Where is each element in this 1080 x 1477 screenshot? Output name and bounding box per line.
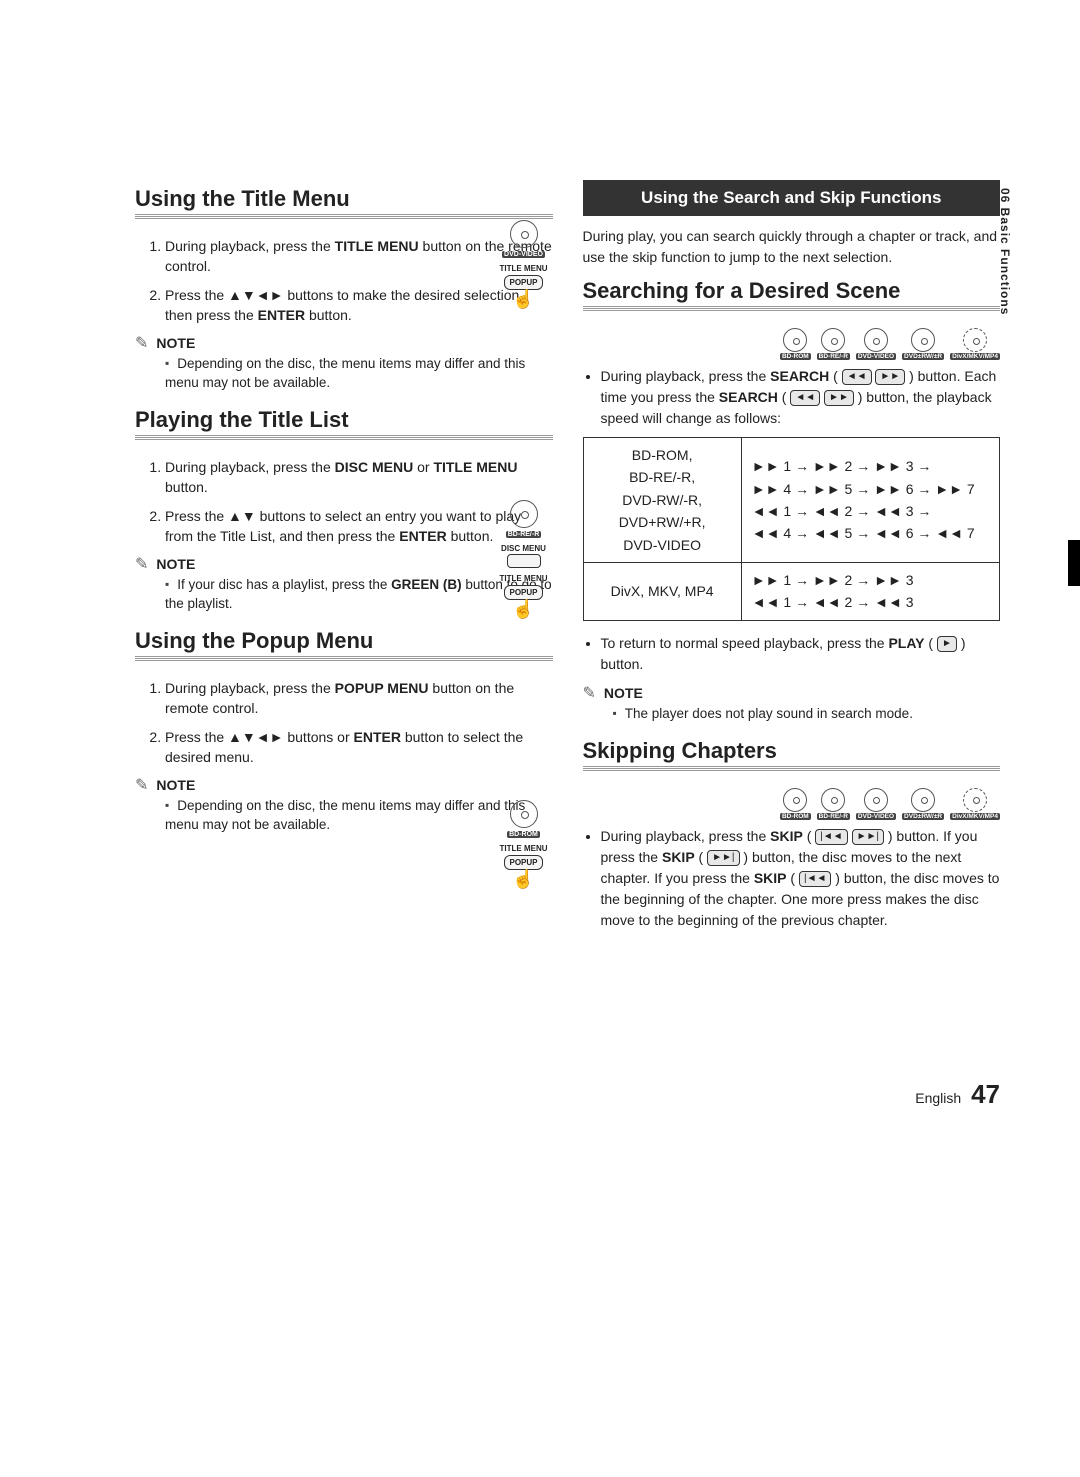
step: During playback, press the DISC MENU or … [165, 457, 553, 498]
note-row: ✎ NOTE [135, 333, 553, 353]
disc-badge: DivX/MKV/MP4 [950, 328, 1000, 360]
heading-search: Searching for a Desired Scene [583, 278, 1001, 304]
disc-badge: BD-ROM [780, 328, 811, 360]
note-icon: ✎ [135, 775, 148, 795]
step: During playback, press the POPUP MENU bu… [165, 678, 553, 719]
disc-badge: DVD-VIDEO [856, 328, 896, 360]
heading-skip: Skipping Chapters [583, 738, 1001, 764]
intro-text: During play, you can search quickly thro… [583, 226, 1001, 268]
note-icon: ✎ [135, 333, 148, 353]
left-column: Using the Title Menu DVD-VIDEO TITLE MEN… [135, 180, 553, 939]
disc-row: BD-ROM BD-RE/-R DVD-VIDEO DVD±RW/±R DivX… [583, 328, 1001, 360]
page-number: 47 [971, 1079, 1000, 1109]
disc-icon [510, 800, 538, 828]
disc-icon-block: BD-ROM TITLE MENU POPUP ☝ [495, 800, 553, 888]
steps-list: During playback, press the TITLE MENU bu… [135, 236, 553, 325]
footer: English 47 [135, 1079, 1000, 1110]
note-list: The player does not play sound in search… [613, 705, 1001, 724]
divider [135, 214, 553, 220]
divider [135, 656, 553, 662]
divider [583, 766, 1001, 772]
note-row: ✎ NOTE [583, 683, 1001, 703]
play-icon: ► [937, 636, 957, 652]
step: Press the ▲▼◄► buttons or ENTER button t… [165, 727, 553, 768]
steps-list: During playback, press the DISC MENU or … [135, 457, 553, 546]
note-list: Depending on the disc, the menu items ma… [165, 355, 553, 393]
banner: Using the Search and Skip Functions [583, 180, 1001, 216]
steps-list: During playback, press the POPUP MENU bu… [135, 678, 553, 767]
fastforward-icon: ►► [875, 369, 905, 385]
hand-icon: ☝ [495, 870, 553, 888]
blank-button-icon [507, 554, 541, 568]
bullet-list: During playback, press the SEARCH ( ◄◄ ►… [583, 366, 1001, 429]
disc-badge: BD-RE/-R [817, 788, 850, 820]
disc-badge: DVD-VIDEO [856, 788, 896, 820]
bullet-list: To return to normal speed playback, pres… [583, 633, 1001, 675]
right-column: 06 Basic Functions Using the Search and … [583, 180, 1001, 939]
disc-badge: BD-ROM [780, 788, 811, 820]
heading-title-list: Playing the Title List [135, 407, 553, 433]
heading-title-menu: Using the Title Menu [135, 186, 553, 212]
popup-button-icon: POPUP [504, 275, 542, 290]
rewind-icon: ◄◄ [842, 369, 872, 385]
speed-table: BD-ROM, BD-RE/-R, DVD-RW/-R, DVD+RW/+R, … [583, 437, 1001, 621]
table-cell: BD-ROM, BD-RE/-R, DVD-RW/-R, DVD+RW/+R, … [583, 438, 741, 563]
note-row: ✎ NOTE [135, 554, 553, 574]
note-row: ✎ NOTE [135, 775, 553, 795]
note-icon: ✎ [135, 554, 148, 574]
disc-icon-block: DVD-VIDEO TITLE MENU POPUP ☝ [495, 220, 553, 308]
table-cell: ►► 1 → ►► 2 → ►► 3 ◄◄ 1 → ◄◄ 2 → ◄◄ 3 [741, 562, 999, 620]
skip-forward-icon: ►►| [707, 850, 739, 866]
heading-popup-menu: Using the Popup Menu [135, 628, 553, 654]
divider [583, 306, 1001, 312]
disc-icon-block: BD-RE/-R DISC MENU TITLE MENU POPUP ☝ [495, 500, 553, 618]
table-cell: DivX, MKV, MP4 [583, 562, 741, 620]
note-icon: ✎ [583, 683, 596, 703]
skip-forward-icon: ►►| [852, 829, 884, 845]
hand-icon: ☝ [495, 290, 553, 308]
popup-button-icon: POPUP [504, 855, 542, 870]
disc-badge: BD-RE/-R [817, 328, 850, 360]
fastforward-icon: ►► [824, 390, 854, 406]
popup-button-icon: POPUP [504, 585, 542, 600]
disc-icon [510, 500, 538, 528]
table-cell: ►► 1 → ►► 2 → ►► 3 → ►► 4 → ►► 5 → ►► 6 … [741, 438, 999, 563]
edge-mark [1068, 540, 1080, 586]
skip-back-icon: |◄◄ [815, 829, 847, 845]
footer-lang: English [915, 1090, 961, 1106]
disc-row: BD-ROM BD-RE/-R DVD-VIDEO DVD±RW/±R DivX… [583, 788, 1001, 820]
disc-badge: DivX/MKV/MP4 [950, 788, 1000, 820]
disc-icon [510, 220, 538, 248]
disc-badge: DVD±RW/±R [902, 328, 944, 360]
skip-back-icon: |◄◄ [799, 871, 831, 887]
disc-badge: DVD±RW/±R [902, 788, 944, 820]
bullet-list: During playback, press the SKIP ( |◄◄ ►►… [583, 826, 1001, 931]
divider [135, 435, 553, 441]
hand-icon: ☝ [495, 600, 553, 618]
rewind-icon: ◄◄ [790, 390, 820, 406]
side-tab: 06 Basic Functions [998, 188, 1012, 315]
